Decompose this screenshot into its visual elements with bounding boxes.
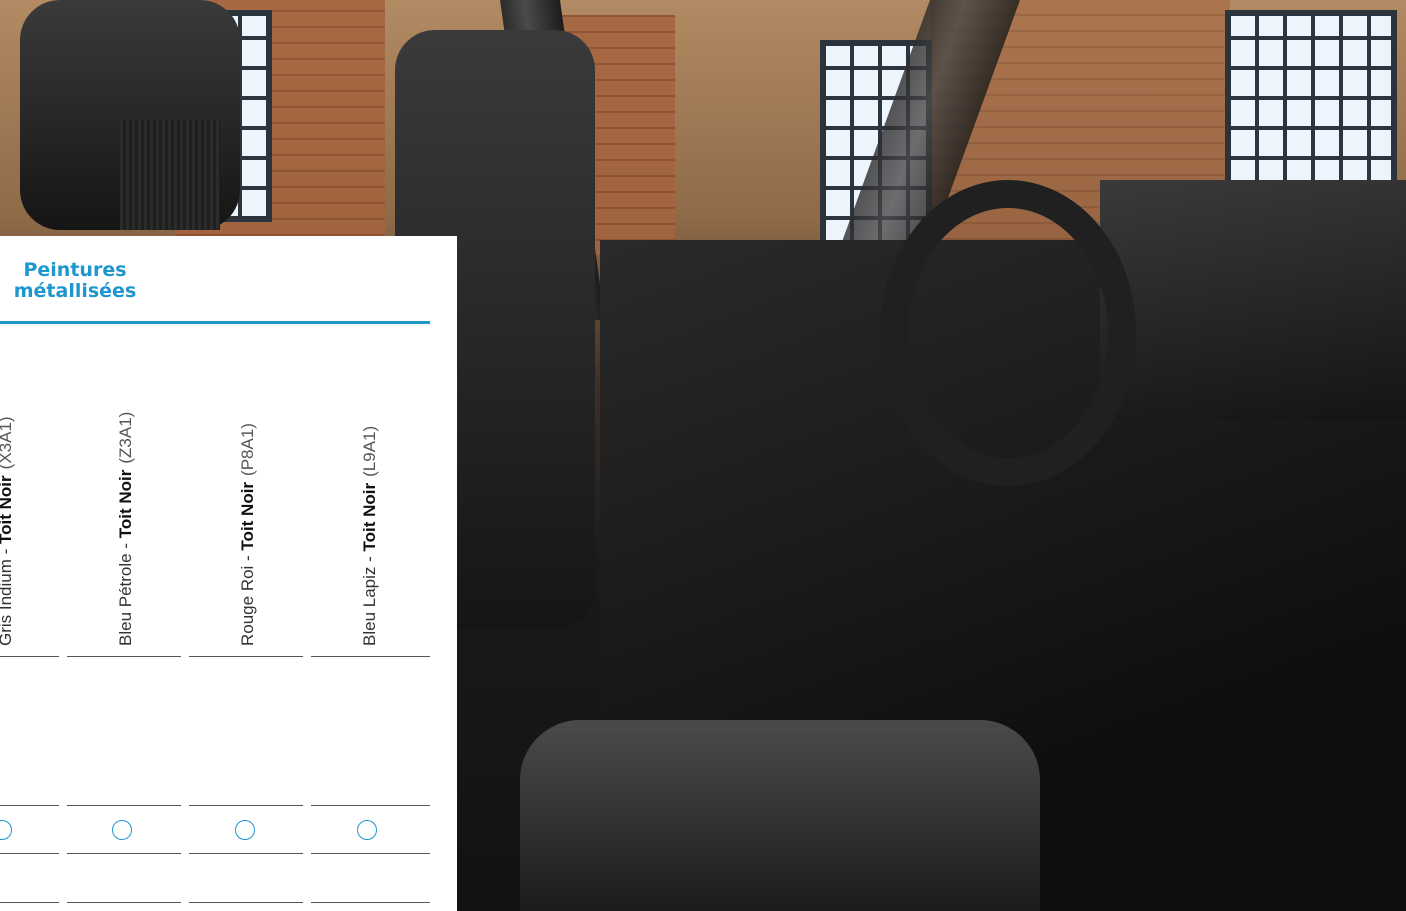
row-divider xyxy=(189,853,303,854)
color-radio-p8a1[interactable] xyxy=(235,820,255,840)
title-divider xyxy=(0,321,430,324)
color-code: (L9A1) xyxy=(360,425,379,477)
color-column-x3a1: Gris Indium - Toit Noir (X3A1) xyxy=(0,332,64,656)
color-name: Bleu Lapiz - xyxy=(360,551,379,646)
color-name: Gris Indium - xyxy=(0,549,15,646)
instrument-panel xyxy=(1100,180,1406,420)
color-label: Gris Indium - Toit Noir (X3A1) xyxy=(0,416,16,646)
row-divider xyxy=(0,656,59,657)
row-divider xyxy=(311,805,430,806)
front-seat-cushion xyxy=(520,720,1040,911)
color-code: (X3A1) xyxy=(0,416,15,470)
color-label: Bleu Pétrole - Toit Noir (Z3A1) xyxy=(116,412,136,646)
section-title-line1: Peintures xyxy=(23,259,127,281)
color-radio-l9a1[interactable] xyxy=(357,820,377,840)
steering-wheel xyxy=(880,180,1136,486)
color-code: (Z3A1) xyxy=(116,411,135,464)
row-divider xyxy=(0,853,59,854)
row-divider xyxy=(189,902,303,903)
color-column-p8a1: Rouge Roi - Toit Noir (P8A1) xyxy=(190,332,306,656)
color-radio-x3a1[interactable] xyxy=(0,820,12,840)
roof-label: Toit Noir xyxy=(360,482,379,552)
color-radio-z3a1[interactable] xyxy=(112,820,132,840)
color-column-z3a1: Bleu Pétrole - Toit Noir (Z3A1) xyxy=(68,332,184,656)
row-divider xyxy=(67,902,181,903)
section-title-line2: métallisées xyxy=(13,280,137,302)
row-divider xyxy=(67,853,181,854)
section-title: Peintures métallisées xyxy=(0,260,150,302)
row-divider xyxy=(67,656,181,657)
roof-label: Toit Noir xyxy=(116,469,135,539)
row-divider xyxy=(67,805,181,806)
roof-label: Toit Noir xyxy=(0,475,15,544)
roof-label: Toit Noir xyxy=(238,481,257,551)
row-divider xyxy=(311,656,430,657)
row-divider xyxy=(189,805,303,806)
row-divider xyxy=(0,902,59,903)
color-name: Rouge Roi - xyxy=(238,550,257,646)
row-divider xyxy=(0,805,59,806)
seat-stitching xyxy=(120,120,220,230)
color-label: Bleu Lapiz - Toit Noir (L9A1) xyxy=(360,426,380,646)
paint-options-panel: Peintures métallisées Gris Indium - Toit… xyxy=(0,236,457,911)
color-code: (P8A1) xyxy=(238,423,257,476)
row-divider xyxy=(311,853,430,854)
color-name: Bleu Pétrole - xyxy=(116,538,135,646)
color-column-l9a1: Bleu Lapiz - Toit Noir (L9A1) xyxy=(312,332,428,656)
row-divider xyxy=(311,902,430,903)
row-divider xyxy=(189,656,303,657)
color-label: Rouge Roi - Toit Noir (P8A1) xyxy=(238,423,258,646)
